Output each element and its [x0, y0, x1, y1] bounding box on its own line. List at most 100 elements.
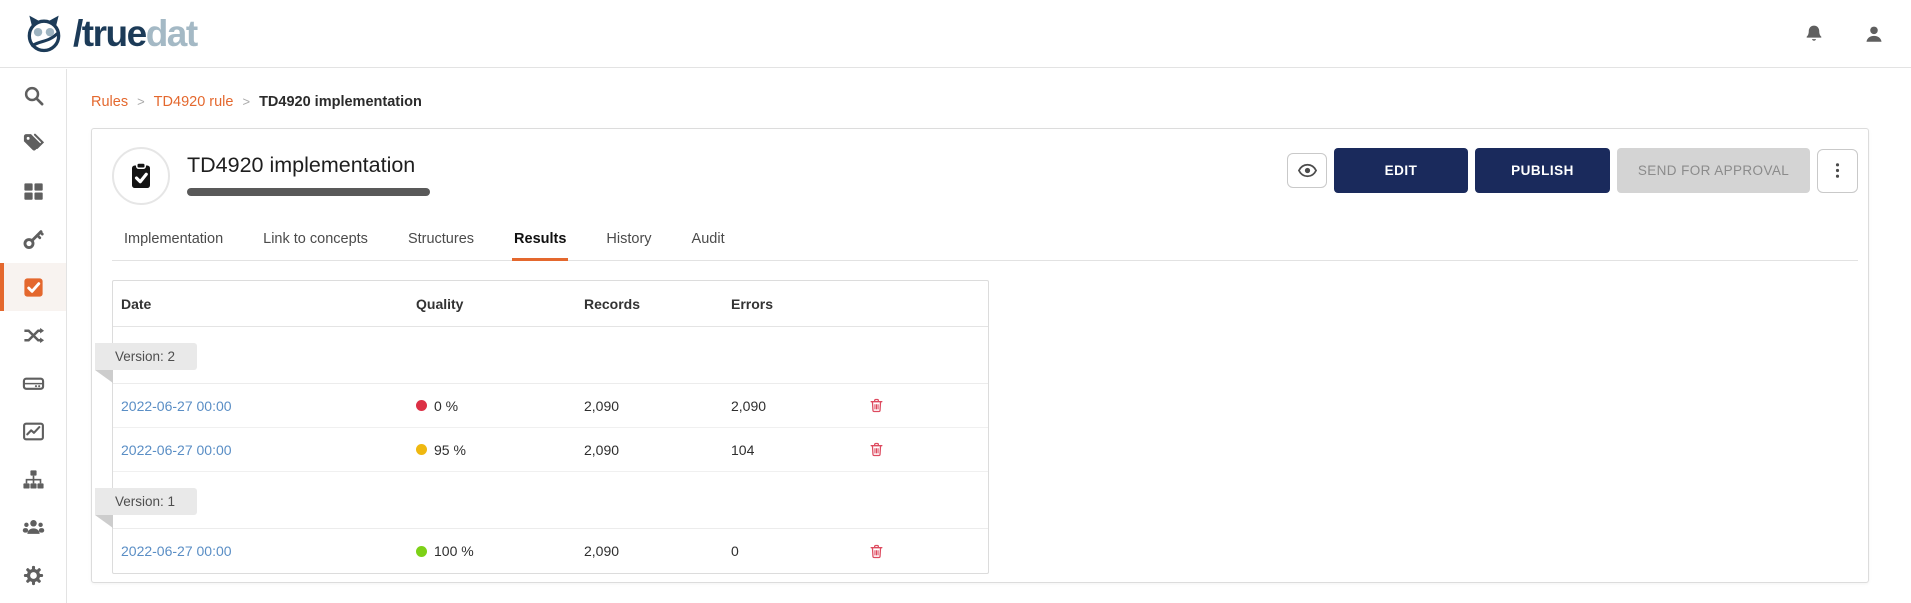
tab-implementation[interactable]: Implementation — [122, 231, 225, 260]
column-header-quality: Quality — [416, 295, 464, 312]
tab-history[interactable]: History — [604, 231, 653, 260]
trash-icon — [868, 441, 885, 458]
bell-icon — [1803, 23, 1825, 45]
topbar: /truedat — [0, 0, 1911, 68]
action-buttons: EDIT PUBLISH SEND FOR APPROVAL — [1287, 148, 1858, 193]
tab-audit[interactable]: Audit — [690, 231, 727, 260]
sidebar-item-quality[interactable] — [0, 263, 66, 311]
result-row: 2022-06-27 00:00 95 % 2,090 104 — [113, 428, 988, 472]
quality-status-dot — [416, 444, 427, 455]
tab-link-to-concepts[interactable]: Link to concepts — [261, 231, 370, 260]
sidebar-item-users[interactable] — [0, 503, 66, 551]
sidebar-item-search[interactable] — [0, 71, 66, 119]
quality-cell: 100 % — [408, 543, 576, 559]
quality-cell: 0 % — [408, 398, 576, 414]
records-cell: 2,090 — [584, 441, 620, 458]
tags-icon — [22, 132, 45, 155]
notifications-button[interactable] — [1803, 23, 1825, 45]
preview-button[interactable] — [1287, 153, 1327, 188]
actions-cell — [852, 441, 988, 458]
edit-button[interactable]: EDIT — [1334, 148, 1468, 193]
records-cell: 2,090 — [584, 543, 620, 559]
tab-bar: Implementation Link to concepts Structures… — [112, 231, 1858, 261]
user-menu-button[interactable] — [1863, 23, 1885, 45]
column-header-errors: Errors — [731, 295, 774, 312]
kebab-menu-icon — [1827, 160, 1848, 181]
records-cell: 2,090 — [584, 397, 620, 414]
sidebar-item-tags[interactable] — [0, 119, 66, 167]
logo-text: /truedat — [73, 15, 198, 52]
progress-bar — [187, 188, 430, 196]
actions-cell — [852, 397, 988, 414]
date-cell: 2022-06-27 00:00 — [113, 442, 408, 458]
search-icon — [22, 84, 45, 107]
table-header-row: Date Quality Records Errors — [113, 281, 988, 327]
trash-icon — [868, 543, 885, 560]
version-row: Version: 1 — [95, 472, 988, 529]
delete-result-button[interactable] — [868, 397, 885, 414]
column-header-date: Date — [121, 295, 152, 312]
errors-cell: 104 — [731, 441, 755, 458]
breadcrumb-separator: > — [242, 94, 251, 109]
tab-results[interactable]: Results — [512, 231, 569, 261]
date-cell: 2022-06-27 00:00 — [113, 543, 408, 559]
breadcrumb: Rules > TD4920 rule > TD4920 implementation — [91, 94, 1869, 110]
column-header-records: Records — [584, 295, 641, 312]
grid-icon — [22, 180, 45, 203]
key-icon — [22, 228, 45, 251]
quality-value: 100 % — [434, 543, 474, 559]
result-row: 2022-06-27 00:00 100 % 2,090 0 — [113, 529, 988, 573]
send-for-approval-button[interactable]: SEND FOR APPROVAL — [1617, 148, 1810, 193]
breadcrumb-current: TD4920 implementation — [259, 94, 422, 110]
quality-value: 95 % — [434, 441, 466, 458]
sidebar-item-settings[interactable] — [0, 551, 66, 599]
breadcrumb-link-td4920-rule[interactable]: TD4920 rule — [154, 94, 234, 110]
owl-logo-icon — [22, 12, 66, 56]
delete-result-button[interactable] — [868, 441, 885, 458]
date-cell: 2022-06-27 00:00 — [113, 398, 408, 414]
result-date-link[interactable]: 2022-06-27 00:00 — [121, 543, 232, 559]
truedat-logo: /truedat — [22, 12, 198, 56]
sidebar-item-lineage[interactable] — [0, 311, 66, 359]
card-header: TD4920 implementation EDIT PUBLISH SEND … — [112, 147, 1858, 205]
quality-status-dot — [416, 545, 427, 557]
sitemap-icon — [22, 468, 45, 491]
trash-icon — [868, 397, 885, 414]
sidebar-item-hierarchy[interactable] — [0, 455, 66, 503]
result-row: 2022-06-27 00:00 0 % 2,090 2,090 — [113, 384, 988, 428]
result-date-link[interactable]: 2022-06-27 00:00 — [121, 398, 232, 414]
title-block: TD4920 implementation — [187, 147, 430, 196]
quality-cell: 95 % — [408, 442, 576, 458]
sidebar-item-permissions[interactable] — [0, 215, 66, 263]
actions-cell — [852, 543, 988, 560]
breadcrumb-separator: > — [137, 94, 145, 109]
users-icon — [22, 516, 45, 539]
version-badge: Version: 1 — [95, 488, 198, 528]
tab-structures[interactable]: Structures — [406, 231, 476, 260]
result-date-link[interactable]: 2022-06-27 00:00 — [121, 442, 232, 458]
errors-cell: 2,090 — [731, 397, 767, 414]
sidebar-item-modules[interactable] — [0, 167, 66, 215]
quality-status-dot — [416, 400, 427, 411]
errors-cell: 0 — [731, 543, 739, 559]
check-square-icon — [22, 276, 45, 299]
version-group: Version: 1 2022-06-27 00:00 100 % 2,090 0 — [95, 472, 988, 573]
version-row: Version: 2 — [95, 327, 988, 384]
sidebar-item-storage[interactable] — [0, 359, 66, 407]
gear-icon — [22, 564, 45, 587]
eye-icon — [1297, 160, 1318, 181]
sidebar-item-analytics[interactable] — [0, 407, 66, 455]
version-group: Version: 2 2022-06-27 00:00 0 % 2,090 2,090 2… — [95, 327, 988, 472]
quality-value: 0 % — [434, 397, 459, 414]
chart-icon — [22, 420, 45, 443]
clipboard-check-icon — [126, 161, 156, 191]
sidebar — [0, 69, 67, 603]
user-icon — [1863, 23, 1885, 45]
more-actions-button[interactable] — [1817, 148, 1858, 193]
implementation-card: TD4920 implementation EDIT PUBLISH SEND … — [91, 128, 1869, 583]
page-title: TD4920 implementation — [187, 153, 416, 177]
publish-button[interactable]: PUBLISH — [1475, 148, 1610, 193]
delete-result-button[interactable] — [868, 543, 885, 560]
breadcrumb-link-rules[interactable]: Rules — [91, 94, 128, 110]
results-table: Date Quality Records Errors Version: 2 2022-0… — [95, 280, 989, 574]
